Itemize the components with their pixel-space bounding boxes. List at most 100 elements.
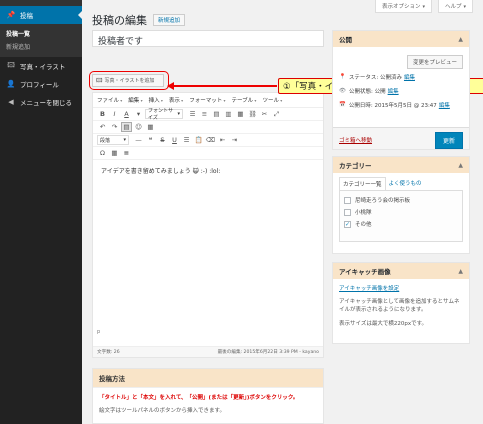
special-char-icon[interactable]: Ω (97, 148, 108, 158)
media-icon: 🖾 (7, 60, 15, 69)
sidebar-item-media[interactable]: 🖾 写真・イラスト (0, 57, 82, 75)
table-grid-icon[interactable]: ▦ (109, 148, 120, 158)
featured-image-box-header[interactable]: アイキャッチ画像 ▲ (333, 263, 469, 279)
category-item[interactable]: 小桃隊 (344, 208, 458, 216)
visibility-edit-link[interactable]: 編集 (388, 87, 399, 95)
sidebar-item-profile[interactable]: 👤 プロフィール (0, 75, 82, 93)
move-to-trash-link[interactable]: ゴミ箱へ移動 (339, 136, 372, 144)
post-title-input[interactable]: 投稿者です (92, 30, 324, 47)
publish-box-header[interactable]: 公開 ▲ (333, 31, 469, 47)
tab-most-used[interactable]: よく使うもの (386, 177, 425, 190)
fullscreen-icon[interactable]: ⤢ (271, 109, 282, 119)
unlink-icon[interactable]: ✂ (259, 109, 270, 119)
dropdown-icon: ▾ (119, 98, 123, 103)
align-right-icon[interactable]: ▦ (235, 109, 246, 119)
chevron-down-icon: ▾ (123, 137, 126, 143)
menu-label: 挿入 (148, 98, 160, 104)
categories-box-header[interactable]: カテゴリー ▲ (333, 157, 469, 173)
update-button[interactable]: 更新 (434, 132, 463, 149)
indent-icon[interactable]: ⇥ (229, 135, 240, 145)
menu-view[interactable]: 表示 ▾ (169, 96, 183, 104)
menu-label: フォーマット (189, 98, 223, 104)
horizontal-rule-icon[interactable]: — (133, 135, 144, 145)
menu-label: テーブル (231, 98, 254, 104)
outdent-icon[interactable]: ⇤ (217, 135, 228, 145)
category-item[interactable]: 尼崎走ろう会の掲示板 (344, 196, 458, 204)
bold-icon[interactable]: B (97, 109, 108, 119)
bullet-list-icon[interactable]: ☰ (187, 109, 198, 119)
link-icon[interactable]: ⛓ (247, 109, 258, 119)
submenu-item-all-posts[interactable]: 投稿一覧 (0, 27, 82, 40)
featured-image-box: アイキャッチ画像 ▲ アイキャッチ画像を設定 アイキャッチ画像として画像を追加す… (332, 262, 470, 344)
kitchen-sink-icon[interactable]: ▤ (121, 122, 132, 132)
collapse-icon: ◀ (8, 98, 14, 106)
status-text: ステータス: 公開済み (348, 75, 402, 81)
menu-format[interactable]: フォーマット ▾ (189, 96, 225, 104)
tab-all-categories[interactable]: カテゴリー一覧 (339, 177, 386, 190)
italic-icon[interactable]: I (109, 109, 120, 119)
set-featured-image-link[interactable]: アイキャッチ画像を設定 (333, 279, 469, 295)
sidebar-item-collapse[interactable]: ◀ メニューを閉じる (0, 93, 82, 111)
preview-changes-button[interactable]: 変更をプレビュー (406, 55, 463, 69)
status-edit-link[interactable]: 編集 (404, 73, 415, 81)
emoticon-icon[interactable]: ☺ (133, 122, 144, 132)
dropdown-icon: ▾ (222, 98, 226, 103)
undo-icon[interactable]: ↶ (97, 122, 108, 132)
underline-icon[interactable]: U (169, 135, 180, 145)
category-checkbox[interactable] (344, 208, 351, 216)
dropdown-icon: ▾ (159, 98, 163, 103)
publish-date-row: 📅 公開日時: 2015年5月5日 @ 23:47 編集 (339, 101, 450, 109)
toolbar-row-2: ↶ ↷ ▤ ☺ ▦ (93, 121, 323, 134)
category-label: その他 (355, 222, 372, 228)
toolbar-row-1: B I A ▾ フォントサイズ ▾ ☰ ≡ ▤ ▥ ▦ ⛓ ✂ ⤢ (93, 108, 323, 121)
category-item[interactable]: ✓ その他 (344, 220, 458, 228)
font-size-select[interactable]: フォントサイズ ▾ (145, 108, 183, 121)
chevron-up-icon[interactable]: ▲ (458, 36, 463, 43)
category-checkbox-checked[interactable]: ✓ (344, 220, 351, 228)
add-new-button[interactable]: 新規追加 (153, 14, 186, 26)
align-left-icon[interactable]: ▤ (211, 109, 222, 119)
help-tab[interactable]: ヘルプ ▾ (437, 0, 473, 13)
menu-label: 表示 (168, 98, 180, 104)
chevron-up-icon[interactable]: ▲ (458, 268, 463, 275)
format-select[interactable]: 段落 ▾ (97, 135, 129, 145)
publish-actions: ゴミ箱へ移動 更新 (333, 127, 469, 149)
menu-edit[interactable]: 編集 ▾ (128, 96, 142, 104)
paste-text-icon[interactable]: 📋 (193, 135, 204, 145)
menu-file[interactable]: ファイル ▾ (97, 96, 122, 104)
category-checkbox[interactable] (344, 196, 351, 204)
publish-date-edit-link[interactable]: 編集 (439, 101, 450, 109)
page-title: 投稿の編集 新規追加 (92, 12, 186, 28)
editor-content[interactable]: アイデアを書き留めてみましょう 😺 :-) :lol: (93, 160, 323, 320)
sidebar-item-posts[interactable]: 📌 投稿 (0, 6, 82, 24)
numbered-list-icon[interactable]: ≡ (199, 109, 210, 119)
list-icon[interactable]: ≣ (121, 148, 132, 158)
chevron-down-icon: ▾ (422, 4, 425, 10)
page-title-text: 投稿の編集 (92, 14, 147, 27)
screen-options-tab[interactable]: 表示オプション ▾ (374, 0, 432, 13)
align-center-icon[interactable]: ▥ (223, 109, 234, 119)
howto-note: 絵文字はツールパネルのボタンから挿入できます。 (99, 408, 225, 414)
sidebar-item-label: 投稿 (20, 12, 33, 20)
justify-icon[interactable]: ☰ (181, 135, 192, 145)
editor-menubar: ファイル ▾ 編集 ▾ 挿入 ▾ 表示 ▾ フォーマット ▾ テーブル ▾ ツー… (93, 93, 323, 108)
menu-table[interactable]: テーブル ▾ (231, 96, 256, 104)
format-select-label: 段落 (100, 137, 111, 144)
menu-tools[interactable]: ツール ▾ (262, 96, 282, 104)
chevron-down-icon[interactable]: ▾ (133, 109, 144, 119)
chevron-up-icon[interactable]: ▲ (458, 162, 463, 169)
sidebar-submenu: 投稿一覧 新規追加 (0, 24, 82, 57)
status-row: 📍 ステータス: 公開済み 編集 (339, 73, 415, 81)
howto-box: 投稿方法 「タイトル」と「本文」を入れて、「公開」(または「更新」)ボタンをクリ… (92, 368, 324, 424)
submenu-item-add-new[interactable]: 新規追加 (0, 40, 82, 53)
strikethrough-icon[interactable]: S (157, 135, 168, 145)
clear-formatting-icon[interactable]: ⌫ (205, 135, 216, 145)
blockquote-icon[interactable]: ❝ (145, 135, 156, 145)
howto-instruction: 「タイトル」と「本文」を入れて、「公開」(または「更新」)ボタンをクリック。 (99, 395, 299, 401)
arrow-left-icon (167, 82, 174, 90)
menu-label: 編集 (128, 98, 140, 104)
text-color-icon[interactable]: A (121, 109, 132, 119)
menu-insert[interactable]: 挿入 ▾ (149, 96, 163, 104)
table-icon[interactable]: ▦ (145, 122, 156, 132)
redo-icon[interactable]: ↷ (109, 122, 120, 132)
